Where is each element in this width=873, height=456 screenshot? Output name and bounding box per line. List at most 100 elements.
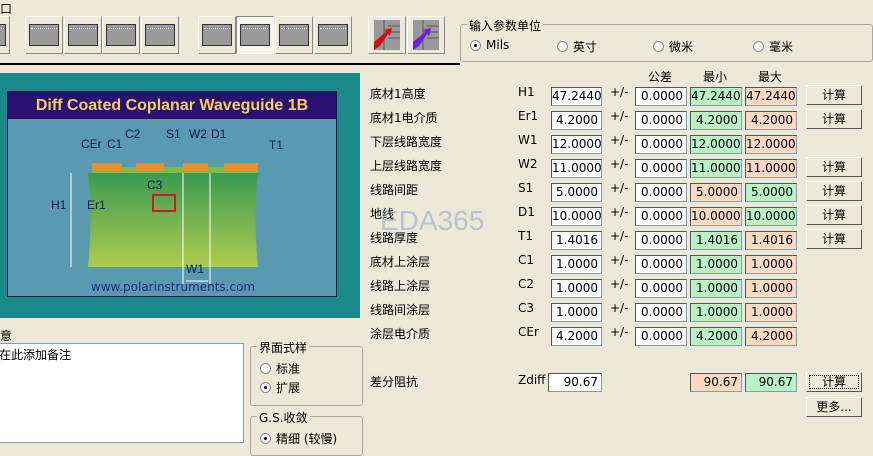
radio-label: 精细 (较慢) — [276, 432, 338, 446]
plus-minus: +/- — [610, 85, 629, 99]
header-tolerance: 公差 — [648, 70, 673, 84]
calc-button[interactable]: 计算 — [806, 85, 862, 105]
param-symbol: W2 — [518, 157, 538, 171]
param-tolerance-input[interactable]: 0.0000 — [635, 303, 687, 322]
structure-button[interactable] — [0, 16, 10, 54]
stripline-icon — [145, 24, 175, 46]
param-symbol: Er1 — [518, 109, 539, 123]
param-max: 1.0000 — [745, 255, 797, 274]
diagram-label-t1: T1 — [269, 138, 284, 152]
param-symbol: C2 — [518, 277, 535, 291]
param-label: 底材1高度 — [370, 87, 426, 101]
param-tolerance-input[interactable]: 0.0000 — [635, 159, 687, 178]
notes-textarea[interactable]: 在此添加备注 — [0, 343, 244, 443]
structure-button[interactable] — [25, 16, 63, 54]
param-min: 1.0000 — [690, 255, 742, 274]
param-label: 上层线路宽度 — [370, 159, 443, 173]
gs-fine-radio[interactable]: 精细 (较慢) — [260, 430, 337, 447]
param-value-input[interactable]: 5.0000 — [551, 183, 602, 202]
param-value-input[interactable]: 1.0000 — [551, 279, 602, 298]
diagram-label-c2: C2 — [125, 127, 141, 141]
zdiff-symbol: Zdiff — [518, 373, 546, 387]
calc-button[interactable]: 计算 — [806, 157, 862, 177]
diagram-label-w2: W2 — [189, 127, 207, 141]
diagram-title: Diff Coated Coplanar Waveguide 1B — [8, 92, 336, 119]
unit-radio[interactable]: 毫米 — [753, 38, 793, 55]
calc-button[interactable]: 计算 — [806, 229, 862, 249]
param-min: 12.0000 — [690, 135, 742, 154]
param-value-input[interactable]: 4.2000 — [551, 111, 602, 130]
param-symbol: W1 — [518, 133, 538, 147]
unit-radio[interactable]: 微米 — [653, 38, 693, 55]
diagram-label-c1: C1 — [107, 137, 123, 151]
structure-button[interactable] — [102, 16, 140, 54]
param-symbol: C3 — [518, 301, 535, 315]
radio-label: 标准 — [276, 362, 301, 376]
param-min: 1.0000 — [690, 279, 742, 298]
param-value-input[interactable]: 1.0000 — [551, 303, 602, 322]
param-label: 线路间距 — [370, 183, 419, 197]
param-tolerance-input[interactable]: 0.0000 — [635, 111, 687, 130]
param-value-input[interactable]: 10.0000 — [551, 207, 602, 226]
stripline-icon — [240, 24, 270, 46]
param-value-input[interactable]: 1.0000 — [551, 255, 602, 274]
param-value-input[interactable]: 47.2440 — [551, 87, 602, 106]
zdiff-label: 差分阻抗 — [370, 375, 419, 389]
export-button[interactable] — [368, 16, 406, 54]
param-tolerance-input[interactable]: 0.0000 — [635, 255, 687, 274]
param-symbol: H1 — [518, 85, 535, 99]
export-button[interactable] — [407, 16, 445, 54]
unit-radio[interactable]: Mils — [470, 38, 509, 52]
radio-label: 毫米 — [769, 40, 794, 54]
param-tolerance-input[interactable]: 0.0000 — [635, 183, 687, 202]
zdiff-value[interactable]: 90.67 — [548, 373, 602, 392]
structure-button[interactable] — [236, 16, 274, 54]
param-value-input[interactable]: 4.2000 — [551, 327, 602, 346]
structure-button[interactable] — [198, 16, 236, 54]
plus-minus: +/- — [610, 277, 629, 291]
param-label: 底材1电介质 — [370, 111, 438, 125]
stripline-icon — [279, 24, 309, 46]
calc-button[interactable]: 计算 — [806, 205, 862, 225]
param-tolerance-input[interactable]: 0.0000 — [635, 231, 687, 250]
style-extended-radio[interactable]: 扩展 — [260, 379, 300, 396]
calc-button[interactable]: 计算 — [806, 109, 862, 129]
param-min: 47.2440 — [690, 87, 742, 106]
units-title: 输入参数单位 — [467, 17, 544, 34]
param-max: 4.2000 — [745, 327, 797, 346]
diagram-url: www.polarinstruments.com — [90, 280, 256, 294]
param-value-input[interactable]: 1.4016 — [551, 231, 602, 250]
structure-button[interactable] — [141, 16, 179, 54]
param-max: 4.2000 — [745, 111, 797, 130]
diagram-panel: Diff Coated Coplanar Waveguide 1B CEr C1 C… — [0, 73, 360, 318]
param-min: 10.0000 — [690, 207, 742, 226]
unit-radio[interactable]: 英寸 — [557, 38, 597, 55]
param-tolerance-input[interactable]: 0.0000 — [635, 327, 687, 346]
diagram-label-er1: Er1 — [87, 198, 106, 212]
param-max: 1.4016 — [745, 231, 797, 250]
param-tolerance-input[interactable]: 0.0000 — [635, 279, 687, 298]
param-tolerance-input[interactable]: 0.0000 — [635, 207, 687, 226]
style-standard-radio[interactable]: 标准 — [260, 360, 300, 377]
more-button[interactable]: 更多... — [806, 397, 862, 417]
watermark: EDA365 — [380, 205, 485, 236]
plus-minus: +/- — [610, 301, 629, 315]
param-value-input[interactable]: 11.0000 — [551, 159, 602, 178]
param-value-input[interactable]: 12.0000 — [551, 135, 602, 154]
param-min: 4.2000 — [690, 327, 742, 346]
radio-label: Mils — [486, 38, 510, 52]
param-tolerance-input[interactable]: 0.0000 — [635, 135, 687, 154]
param-min: 5.0000 — [690, 183, 742, 202]
notes-label: 意 — [0, 329, 13, 343]
param-max: 12.0000 — [745, 135, 797, 154]
calc-zdiff-button[interactable]: 计算 — [806, 372, 862, 392]
plus-minus: +/- — [610, 157, 629, 171]
calc-button[interactable]: 计算 — [806, 181, 862, 201]
param-tolerance-input[interactable]: 0.0000 — [635, 87, 687, 106]
structure-button[interactable] — [275, 16, 313, 54]
param-min: 4.2000 — [690, 111, 742, 130]
stripline-icon — [318, 24, 348, 46]
diagram-label-h1: H1 — [51, 198, 67, 212]
structure-button[interactable] — [64, 16, 102, 54]
structure-button[interactable] — [314, 16, 352, 54]
